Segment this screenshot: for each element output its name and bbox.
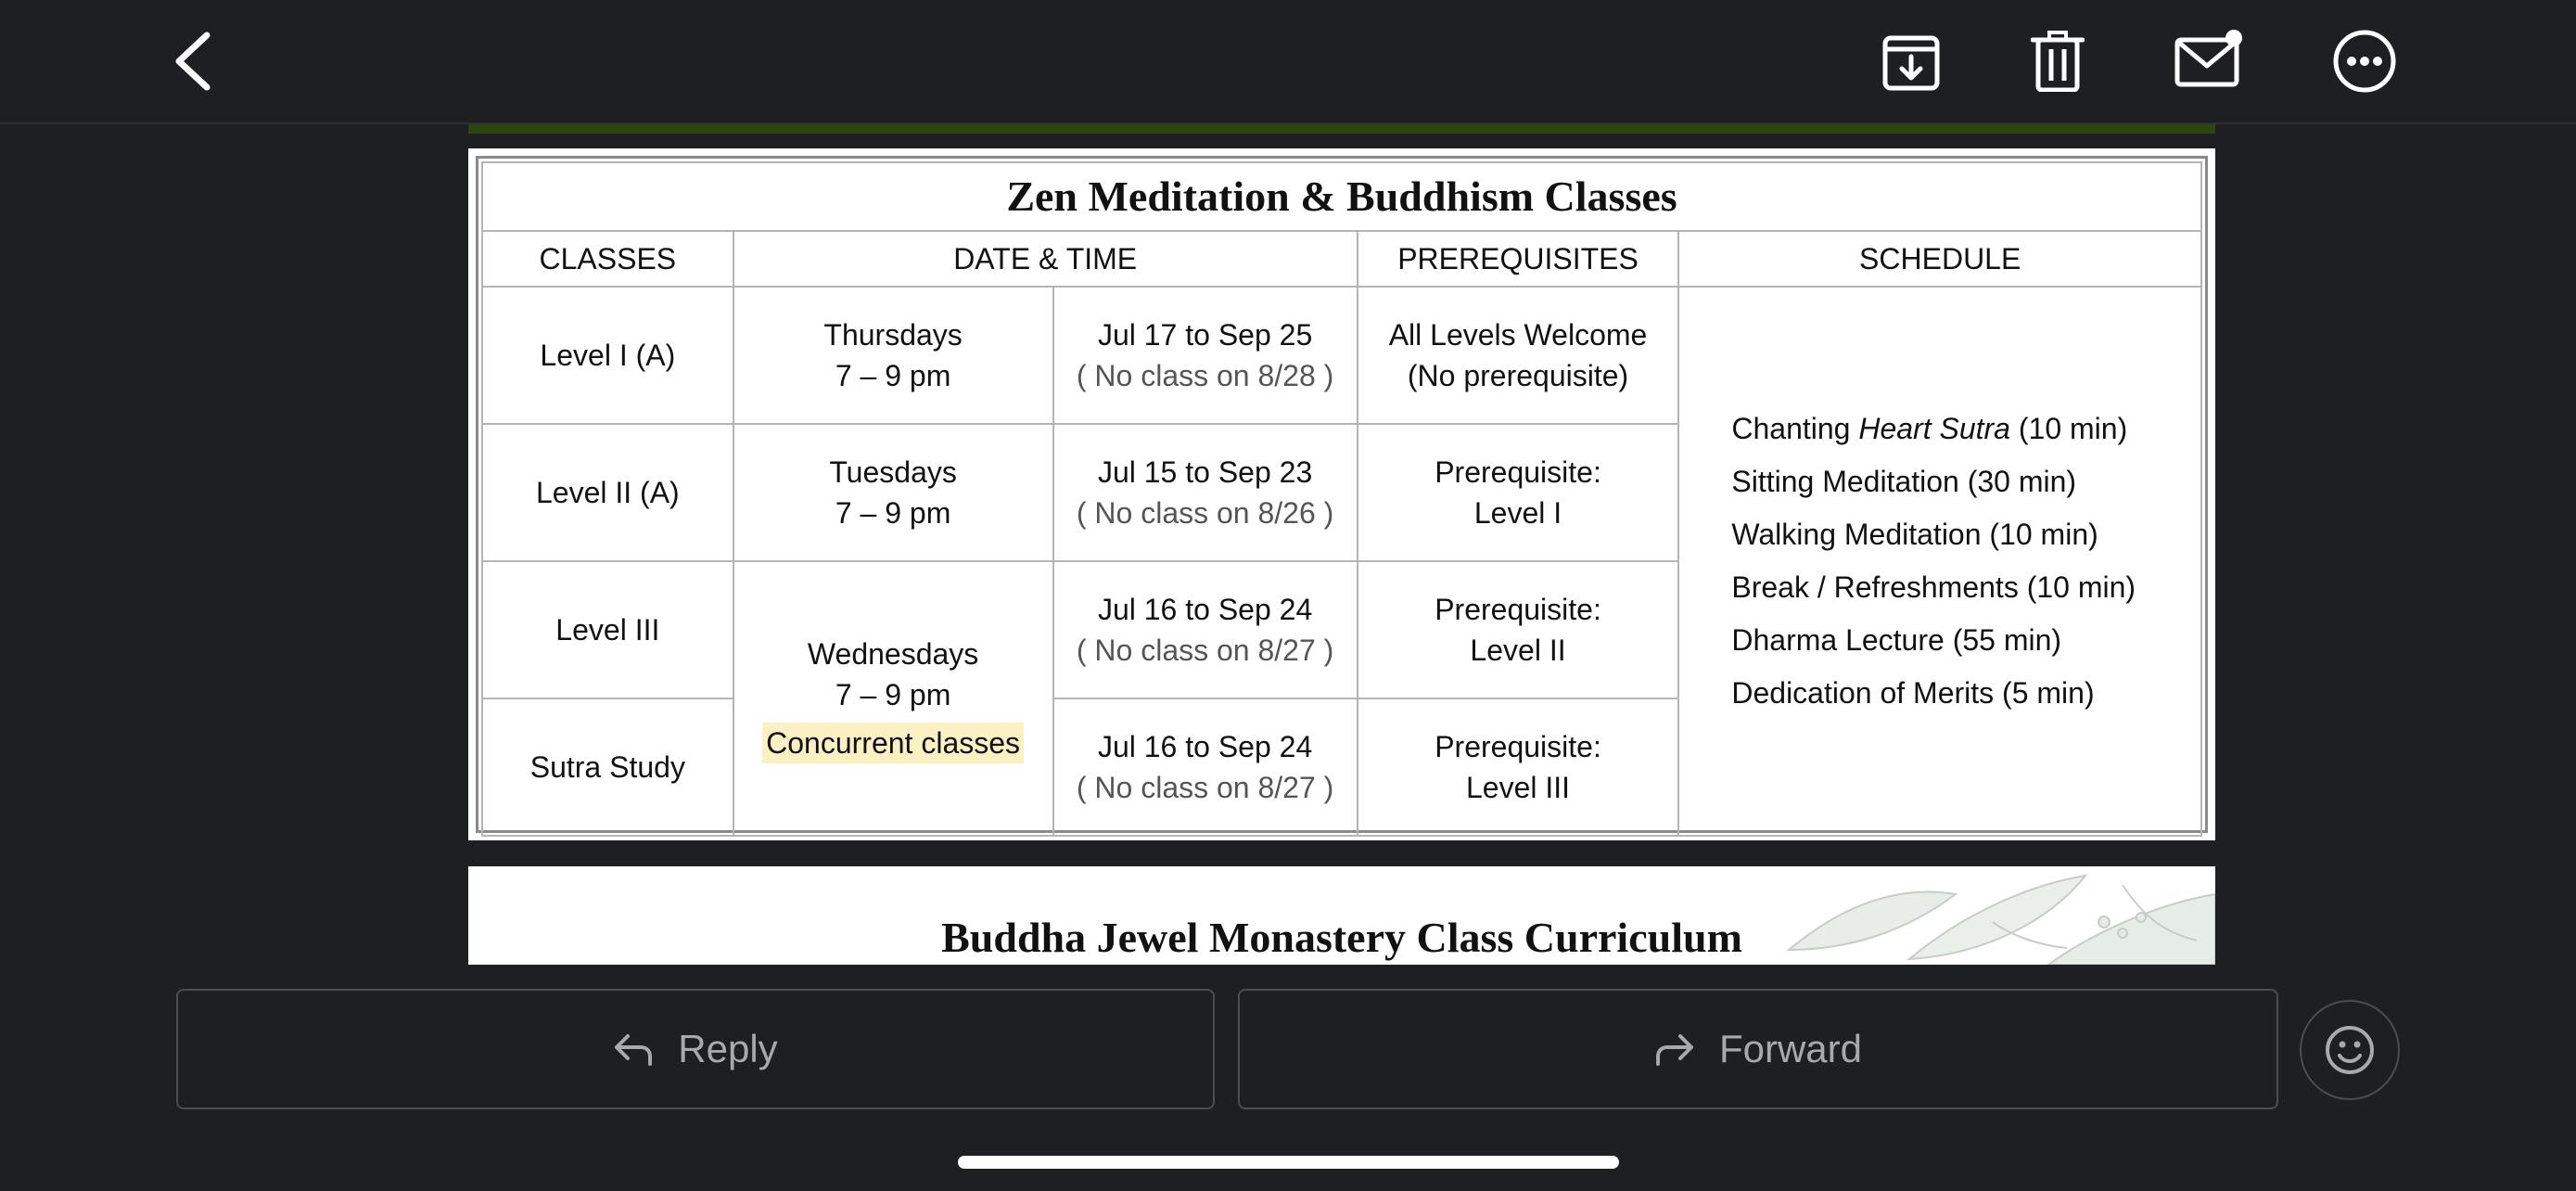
class-name: Sutra Study	[481, 698, 734, 837]
dates-cell: Jul 15 to Sep 23 ( No class on 8/26 )	[1052, 423, 1358, 562]
prereq-line2: Level I	[1473, 496, 1562, 530]
mail-unread-icon	[2174, 30, 2242, 87]
classes-table: Zen Meditation & Buddhism Classes CLASSE…	[481, 161, 2202, 837]
top-toolbar	[0, 0, 2576, 124]
class-dates: Jul 16 to Sep 24	[1097, 730, 1313, 763]
prereq-line2: Level II	[1470, 634, 1566, 667]
table-row: Level I (A) Thursdays 7 – 9 pm Jul 17 to…	[481, 286, 2202, 837]
schedule-item: Dedication of Merits (5 min)	[1731, 676, 2095, 710]
class-day: Wednesdays	[807, 637, 979, 671]
reply-label: Reply	[678, 1027, 778, 1070]
day-time-cell: Thursdays 7 – 9 pm	[732, 286, 1054, 425]
trash-icon	[2031, 31, 2085, 92]
back-button[interactable]	[158, 24, 226, 98]
dates-cell: Jul 16 to Sep 24 ( No class on 8/27 )	[1052, 560, 1358, 699]
header-date-time: DATE & TIME	[732, 230, 1358, 288]
schedule-item: Walking Meditation (10 min)	[1731, 518, 2098, 551]
forward-button[interactable]: Forward	[1238, 989, 2278, 1109]
class-dates: Jul 16 to Sep 24	[1097, 593, 1313, 626]
more-options-icon	[2333, 30, 2396, 93]
schedule-cell: Chanting Heart Sutra (10 min) Sitting Me…	[1677, 286, 2202, 837]
emoji-reaction-button[interactable]	[2300, 1000, 2400, 1100]
prereq-line1: Prerequisite:	[1435, 593, 1601, 626]
no-class-note: ( No class on 8/27 )	[1076, 634, 1334, 667]
class-dates: Jul 17 to Sep 25	[1097, 318, 1313, 352]
header-strip	[468, 124, 2215, 134]
table-title: Zen Meditation & Buddhism Classes	[481, 161, 2202, 232]
schedule-item: Dharma Lecture (55 min)	[1731, 623, 2062, 657]
chevron-left-icon	[175, 32, 210, 91]
class-day: Thursdays	[823, 318, 963, 352]
class-dates: Jul 15 to Sep 23	[1097, 455, 1313, 489]
prereq-cell: Prerequisite: Level III	[1356, 698, 1680, 837]
no-class-note: ( No class on 8/27 )	[1076, 771, 1334, 804]
class-time: 7 – 9 pm	[835, 359, 951, 392]
emoji-smile-icon	[2326, 1026, 2374, 1074]
class-day: Tuesdays	[829, 455, 957, 489]
no-class-note: ( No class on 8/28 )	[1076, 359, 1334, 392]
forward-arrow-icon	[1655, 1034, 1693, 1066]
day-time-cell: Tuesdays 7 – 9 pm	[732, 423, 1054, 562]
class-time: 7 – 9 pm	[835, 496, 951, 530]
schedule-item: Sitting Meditation (30 min)	[1731, 465, 2077, 498]
curriculum-image: Buddha Jewel Monastery Class Curriculum	[468, 866, 2215, 965]
dates-cell: Jul 17 to Sep 25 ( No class on 8/28 )	[1052, 286, 1358, 425]
reply-arrow-icon	[615, 1034, 653, 1066]
classes-table-image: Zen Meditation & Buddhism Classes CLASSE…	[468, 148, 2215, 840]
schedule-list: Chanting Heart Sutra (10 min) Sitting Me…	[1731, 403, 2200, 720]
archive-download-icon	[1882, 35, 1940, 91]
prereq-line2: (No prerequisite)	[1407, 359, 1629, 392]
class-name: Level III	[481, 560, 734, 699]
schedule-item: Chanting Heart Sutra (10 min)	[1731, 412, 2128, 445]
prereq-line1: Prerequisite:	[1435, 730, 1601, 763]
table-frame: Zen Meditation & Buddhism Classes CLASSE…	[476, 156, 2208, 837]
class-name: Level II (A)	[481, 423, 734, 562]
header-prerequisites: PREREQUISITES	[1356, 230, 1680, 288]
schedule-item: Break / Refreshments (10 min)	[1731, 570, 2136, 604]
mark-unread-button[interactable]	[2172, 26, 2250, 93]
class-name: Level I (A)	[481, 286, 734, 425]
prereq-line1: Prerequisite:	[1435, 455, 1601, 489]
more-options-button[interactable]	[2329, 26, 2400, 96]
reply-button[interactable]: Reply	[176, 989, 1215, 1109]
prereq-cell: Prerequisite: Level I	[1356, 423, 1680, 562]
dates-cell: Jul 16 to Sep 24 ( No class on 8/27 )	[1052, 698, 1358, 837]
delete-button[interactable]	[2023, 26, 2092, 96]
home-indicator[interactable]	[958, 1156, 1619, 1169]
class-time: 7 – 9 pm	[835, 678, 951, 711]
header-classes: CLASSES	[481, 230, 734, 288]
header-schedule: SCHEDULE	[1677, 230, 2202, 288]
prereq-line2: Level III	[1465, 771, 1571, 804]
prereq-cell: Prerequisite: Level II	[1356, 560, 1680, 699]
concurrent-note: Concurrent classes	[762, 723, 1025, 763]
day-time-cell: Wednesdays 7 – 9 pm Concurrent classes	[732, 560, 1054, 837]
archive-button[interactable]	[1875, 28, 1947, 96]
forward-label: Forward	[1718, 1027, 1863, 1070]
email-body[interactable]: Zen Meditation & Buddhism Classes CLASSE…	[0, 124, 2576, 965]
prereq-cell: All Levels Welcome (No prerequisite)	[1356, 286, 1680, 425]
prereq-line1: All Levels Welcome	[1388, 318, 1648, 352]
curriculum-title: Buddha Jewel Monastery Class Curriculum	[941, 914, 1742, 961]
no-class-note: ( No class on 8/26 )	[1076, 496, 1334, 530]
